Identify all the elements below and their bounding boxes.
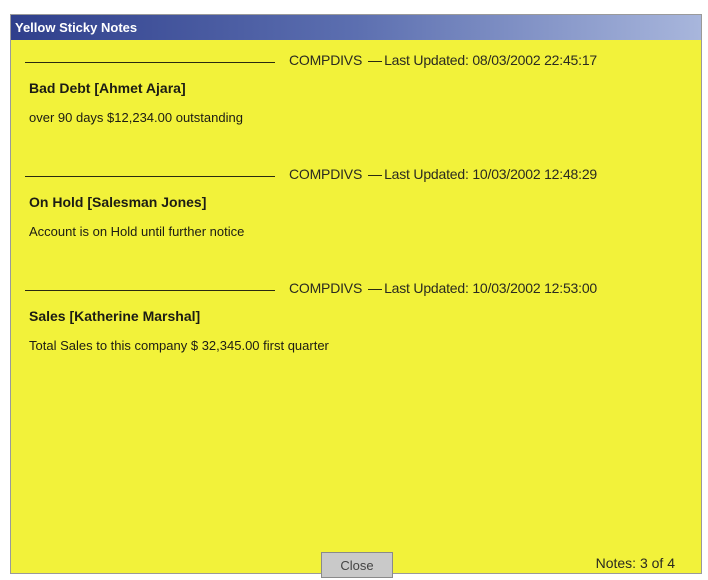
note-body: Total Sales to this company $ 32,345.00 …	[29, 338, 329, 353]
note-divider	[25, 176, 275, 177]
note-title: Bad Debt [Ahmet Ajara]	[29, 80, 186, 96]
meta-dash	[368, 174, 383, 176]
note-item: COMPDIVS Last Updated: 10/03/2002 12:48:2…	[11, 154, 701, 268]
note-meta: COMPDIVS Last Updated: 10/03/2002 12:48:2…	[289, 166, 597, 182]
note-title: Sales [Katherine Marshal]	[29, 308, 201, 324]
meta-dash	[368, 60, 383, 62]
note-author: COMPDIVS	[289, 280, 363, 296]
note-author: COMPDIVS	[289, 52, 363, 68]
sticky-notes-window: Yellow Sticky Notes COMPDIVS Last Updated…	[10, 14, 702, 578]
note-updated: Last Updated: 10/03/2002 12:53:00	[384, 280, 597, 296]
note-meta: COMPDIVS Last Updated: 08/03/2002 22:45:1…	[289, 52, 597, 68]
note-updated: Last Updated: 08/03/2002 22:45:17	[384, 52, 597, 68]
note-title: On Hold [Salesman Jones]	[29, 194, 207, 210]
meta-dash	[368, 288, 383, 290]
note-meta: COMPDIVS Last Updated: 10/03/2002 12:53:0…	[289, 280, 597, 296]
notes-count: Notes: 3 of 4	[595, 555, 675, 571]
note-body: over 90 days $12,234.00 outstanding	[29, 110, 243, 125]
close-button[interactable]: Close	[321, 552, 393, 578]
note-author: COMPDIVS	[289, 166, 363, 182]
window-title: Yellow Sticky Notes	[11, 15, 701, 40]
note-updated: Last Updated: 10/03/2002 12:48:29	[384, 166, 597, 182]
note-divider	[25, 290, 275, 291]
note-divider	[25, 62, 275, 63]
note-item: COMPDIVS Last Updated: 10/03/2002 12:53:0…	[11, 268, 701, 382]
note-body: Account is on Hold until further notice	[29, 224, 245, 239]
notes-list: COMPDIVS Last Updated: 08/03/2002 22:45:1…	[11, 40, 701, 382]
note-item: COMPDIVS Last Updated: 08/03/2002 22:45:1…	[11, 40, 701, 154]
